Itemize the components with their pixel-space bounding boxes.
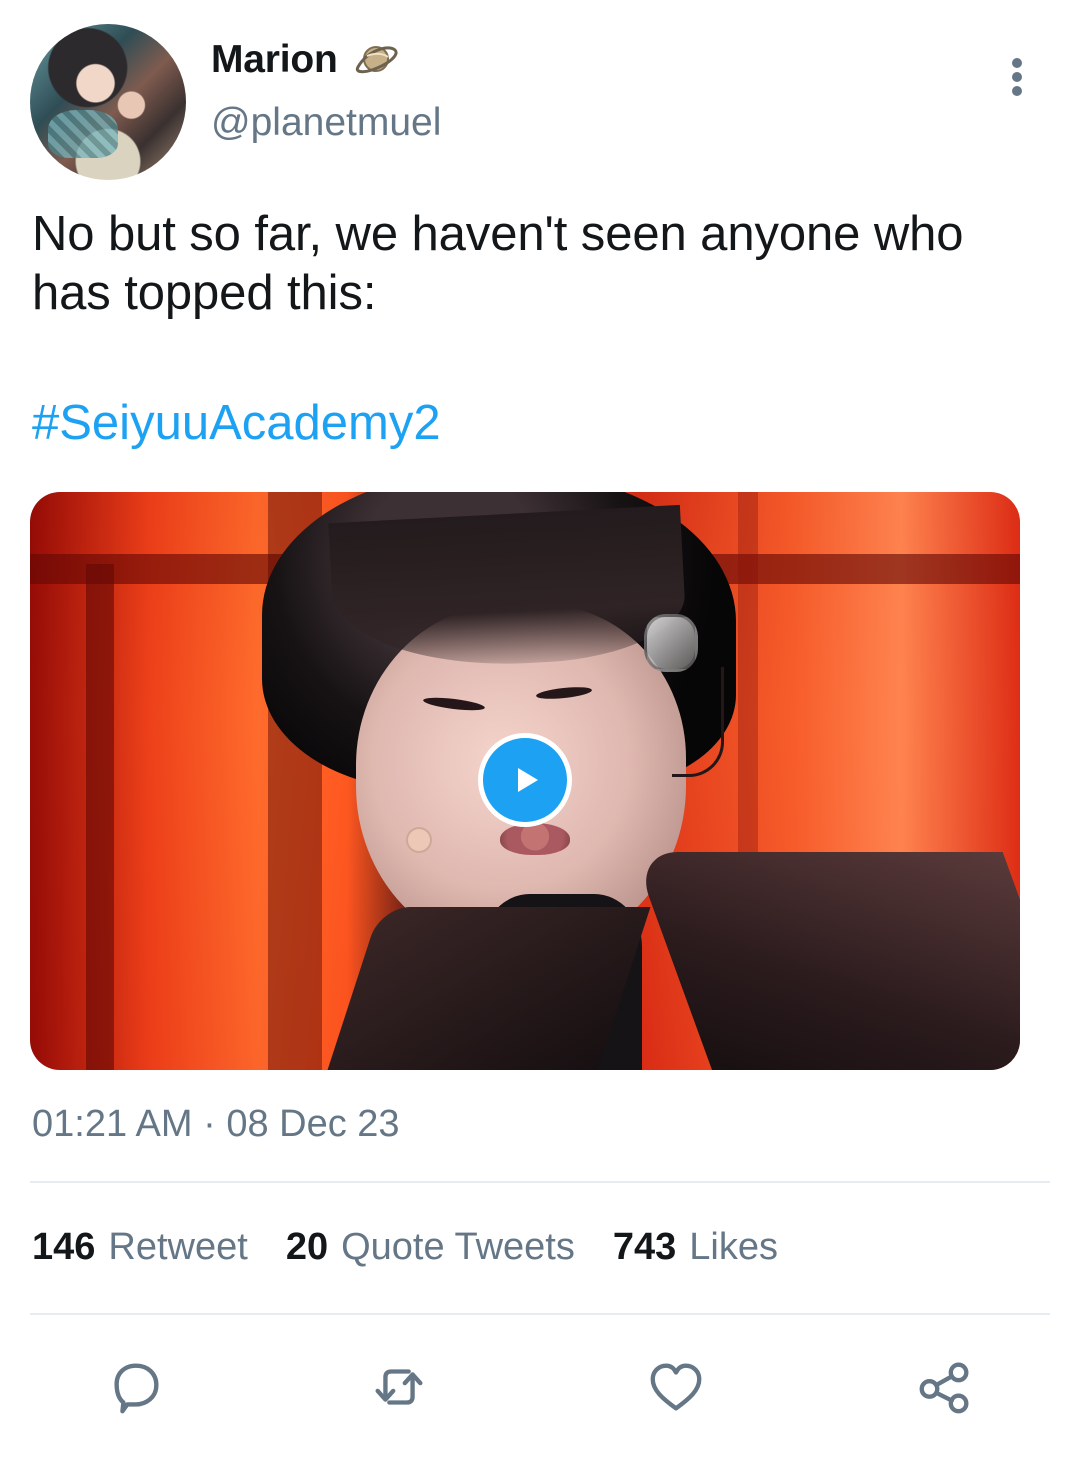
tweet-timestamp[interactable]: 01:21 AM · 08 Dec 23 [32,1103,400,1146]
stats-top-divider [30,1181,1050,1183]
retweet-icon[interactable] [354,1342,444,1432]
play-icon[interactable] [478,733,572,827]
likes-label: Likes [689,1226,778,1268]
quote-tweet-label: Quote Tweets [341,1226,575,1268]
leather-jacket-right [632,852,1020,1070]
quote-tweet-stat[interactable]: 20 Quote Tweets [286,1226,575,1269]
likes-stat[interactable]: 743 Likes [613,1226,778,1269]
likes-count: 743 [612,1226,677,1268]
tweet-stats: 146 Retweet 20 Quote Tweets 743 Likes [32,1226,816,1269]
video-thumbnail[interactable] [30,492,1020,1070]
play-triangle [517,768,538,792]
more-dot [1012,58,1022,68]
retweet-stat[interactable]: 146 Retweet [32,1226,248,1269]
share-icon[interactable] [900,1342,990,1432]
more-dot [1012,86,1022,96]
avatar[interactable] [30,24,186,180]
tweet-actions [0,1342,1080,1432]
ringed-planet-icon [352,39,400,81]
background-light-bar [86,564,114,1070]
author-name-row[interactable]: Marion [211,38,400,82]
actions-top-divider [30,1313,1050,1315]
earpiece-wire [672,667,724,777]
tweet-text: No but so far, we haven't seen anyone wh… [32,207,964,320]
leather-jacket-left [315,907,651,1070]
reply-icon[interactable] [91,1342,181,1432]
hashtag-link[interactable]: #SeiyuuAcademy2 [32,394,441,453]
headset-mic [406,827,432,853]
retweet-label: Retweet [108,1226,248,1268]
more-dot [1012,72,1022,82]
more-vertical-icon[interactable] [994,50,1040,104]
quote-tweet-count: 20 [285,1226,329,1268]
user-handle[interactable]: @planetmuel [211,101,441,145]
heart-icon[interactable] [631,1342,721,1432]
display-name[interactable]: Marion [211,38,338,82]
performer-mouth [500,823,570,855]
retweet-count: 146 [32,1226,96,1268]
tweet-header: Marion @planetmuel [0,0,1080,190]
earpiece [644,614,698,672]
